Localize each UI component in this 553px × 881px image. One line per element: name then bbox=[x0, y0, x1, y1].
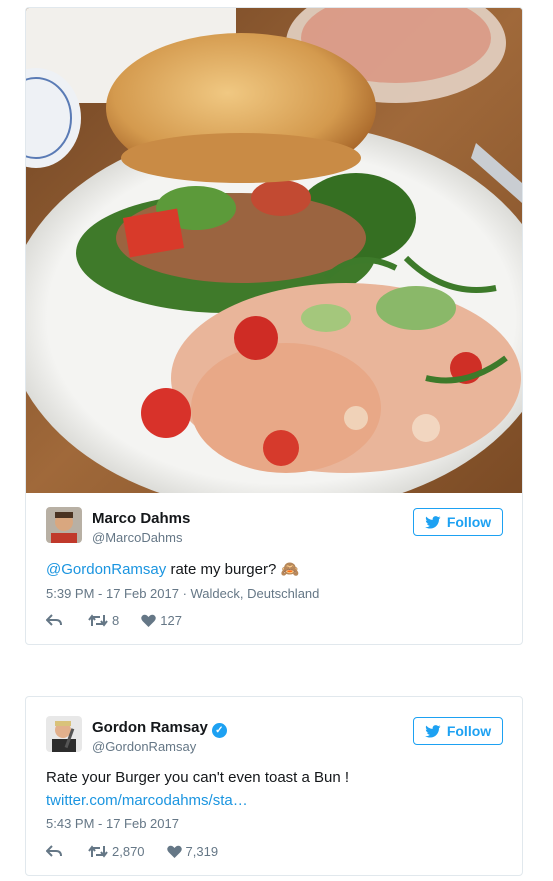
tweet-actions: 8 127 bbox=[46, 613, 204, 628]
like-button[interactable]: 7,319 bbox=[166, 844, 219, 859]
twitter-bird-icon bbox=[425, 724, 441, 738]
tweet-card-marco: Marco Dahms @MarcoDahms Follow @GordonRa… bbox=[25, 7, 523, 645]
reply-button[interactable] bbox=[46, 845, 66, 858]
author-handle[interactable]: @MarcoDahms bbox=[92, 530, 183, 545]
retweet-count: 2,870 bbox=[112, 844, 145, 859]
author-name[interactable]: Marco Dahms bbox=[92, 510, 190, 527]
mention-link[interactable]: @GordonRamsay bbox=[46, 561, 166, 578]
like-button[interactable]: 127 bbox=[141, 613, 182, 628]
tweet-card-gordon: Gordon Ramsay ✓ @GordonRamsay Follow Rate… bbox=[25, 696, 523, 876]
retweet-count: 8 bbox=[112, 613, 120, 628]
follow-label: Follow bbox=[446, 723, 492, 739]
tweet-body: Rate your Burger you can't even toast a … bbox=[46, 769, 350, 786]
heart-icon bbox=[141, 614, 156, 627]
like-count: 7,319 bbox=[185, 844, 219, 859]
author-name-text: Gordon Ramsay bbox=[92, 719, 208, 736]
retweet-icon bbox=[88, 614, 108, 627]
retweet-button[interactable]: 2,870 bbox=[88, 844, 145, 859]
verified-badge-icon: ✓ bbox=[211, 723, 227, 738]
follow-button[interactable]: Follow bbox=[413, 717, 503, 745]
reply-icon bbox=[46, 614, 62, 626]
tweet-text: @GordonRamsay rate my burger? 🙈 bbox=[46, 560, 299, 578]
author-handle[interactable]: @GordonRamsay bbox=[92, 739, 196, 754]
follow-button[interactable]: Follow bbox=[413, 508, 503, 536]
burger-photo[interactable] bbox=[26, 8, 522, 493]
avatar-marco[interactable] bbox=[46, 507, 82, 543]
heart-icon bbox=[166, 845, 182, 858]
follow-label: Follow bbox=[446, 514, 492, 530]
tweet-timestamp[interactable]: 5:43 PM - 17 Feb 2017 bbox=[46, 816, 179, 831]
twitter-bird-icon bbox=[425, 515, 441, 529]
tweet-timestamp[interactable]: 5:39 PM - 17 Feb 2017 · Waldeck, Deutsch… bbox=[46, 586, 319, 601]
tweet-body: rate my burger? bbox=[166, 561, 277, 578]
like-count: 127 bbox=[160, 613, 182, 628]
reply-button[interactable] bbox=[46, 614, 66, 627]
retweet-icon bbox=[88, 845, 108, 858]
avatar-gordon[interactable] bbox=[46, 716, 82, 752]
retweet-button[interactable]: 8 bbox=[88, 613, 119, 628]
reply-icon bbox=[46, 845, 62, 857]
monkey-emoji: 🙈 bbox=[280, 561, 300, 578]
tweet-link[interactable]: twitter.com/marcodahms/sta… bbox=[46, 792, 248, 809]
author-name[interactable]: Gordon Ramsay ✓ bbox=[92, 719, 227, 738]
tweet-actions: 2,870 7,319 bbox=[46, 844, 240, 859]
